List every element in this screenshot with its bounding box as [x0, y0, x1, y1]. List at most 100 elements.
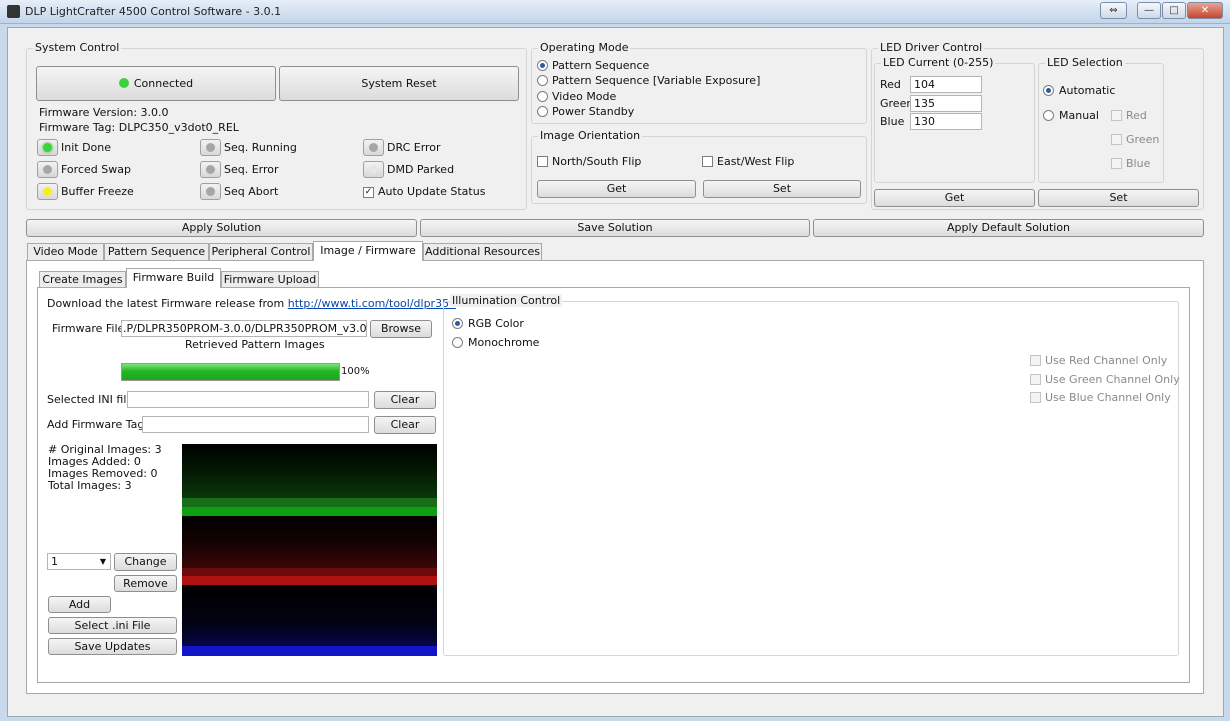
tab-pattern-sequence[interactable]: Pattern Sequence — [104, 243, 209, 260]
led-sel-green-label: Green — [1126, 133, 1160, 146]
led-icon — [369, 165, 378, 174]
browse-button[interactable]: Browse — [370, 320, 432, 338]
green-band-bright — [182, 507, 437, 516]
radio-pattern-sequence[interactable] — [537, 60, 548, 71]
tab-video-mode[interactable]: Video Mode — [27, 243, 104, 260]
radio-rgb-color[interactable] — [452, 318, 463, 329]
radio-video-mode[interactable] — [537, 91, 548, 102]
led-red-label: Red — [880, 78, 901, 91]
firmware-file-input[interactable]: .P/DLPR350PROM-3.0.0/DLPR350PROM_v3.0.0.… — [121, 320, 367, 337]
illumination-title: Illumination Control — [450, 294, 563, 307]
buffer-freeze-label: Buffer Freeze — [61, 185, 134, 198]
progress-text: 100% — [341, 366, 370, 377]
radio-pattern-sequence-variable[interactable] — [537, 75, 548, 86]
rgb-color-label: RGB Color — [468, 317, 524, 330]
use-red-channel-checkbox[interactable] — [1030, 355, 1041, 366]
ns-flip-checkbox[interactable] — [537, 156, 548, 167]
firmware-file-label: Firmware File: — [52, 322, 129, 335]
led-blue-label: Blue — [880, 115, 905, 128]
system-reset-button[interactable]: System Reset — [279, 66, 519, 101]
use-red-channel-label: Use Red Channel Only — [1045, 354, 1168, 367]
minimize-icon[interactable]: — — [1137, 2, 1161, 19]
auto-update-checkbox[interactable]: ✓ — [363, 187, 374, 198]
firmware-version: Firmware Version: 3.0.0 — [39, 106, 169, 119]
led-sel-blue-checkbox[interactable] — [1111, 158, 1122, 169]
download-text: Download the latest Firmware release fro… — [47, 297, 456, 310]
led-green-label: Green — [880, 97, 914, 110]
subtab-create-images[interactable]: Create Images — [39, 271, 126, 287]
monochrome-label: Monochrome — [468, 336, 540, 349]
orientation-set-button[interactable]: Set — [703, 180, 861, 198]
orientation-get-button[interactable]: Get — [537, 180, 696, 198]
close-icon[interactable]: ✕ — [1187, 2, 1223, 19]
remove-button[interactable]: Remove — [114, 575, 177, 592]
add-button[interactable]: Add — [48, 596, 111, 613]
download-link[interactable]: http://www.ti.com/tool/dlpr350 — [288, 297, 456, 310]
use-blue-channel-label: Use Blue Channel Only — [1045, 391, 1171, 404]
progress-fill — [122, 364, 339, 380]
image-index-select[interactable]: 1 ▼ — [47, 553, 111, 570]
maximize-icon[interactable]: □ — [1162, 2, 1186, 19]
tab-additional-resources[interactable]: Additional Resources — [423, 243, 542, 260]
subtab-firmware-build[interactable]: Firmware Build — [126, 268, 221, 288]
total-images-count: Total Images: 3 — [48, 479, 132, 492]
radio-led-automatic[interactable] — [1043, 85, 1054, 96]
video-mode-label: Video Mode — [552, 90, 617, 103]
led-get-button[interactable]: Get — [874, 189, 1035, 207]
led-sel-red-checkbox[interactable] — [1111, 110, 1122, 121]
dmd-parked-indicator — [363, 161, 384, 178]
seq-error-indicator — [200, 161, 221, 178]
clear-ini-button[interactable]: Clear — [374, 391, 436, 409]
forced-swap-label: Forced Swap — [61, 163, 131, 176]
change-button[interactable]: Change — [114, 553, 177, 571]
led-icon — [206, 143, 215, 152]
radio-monochrome[interactable] — [452, 337, 463, 348]
firmware-tag-input[interactable] — [142, 416, 369, 433]
save-updates-button[interactable]: Save Updates — [48, 638, 177, 655]
tab-image-firmware[interactable]: Image / Firmware — [313, 241, 423, 261]
subtab-firmware-upload[interactable]: Firmware Upload — [221, 271, 319, 287]
buffer-freeze-indicator — [37, 183, 58, 200]
seq-running-label: Seq. Running — [224, 141, 297, 154]
chevron-down-icon: ▼ — [99, 557, 106, 566]
tab-peripheral-control[interactable]: Peripheral Control — [209, 243, 313, 260]
led-sel-green-checkbox[interactable] — [1111, 134, 1122, 145]
led-icon — [43, 187, 52, 196]
led-blue-input[interactable]: 130 — [910, 113, 982, 130]
title-bar: DLP LightCrafter 4500 Control Software -… — [0, 0, 1230, 24]
retrieved-pattern-label: Retrieved Pattern Images — [185, 338, 325, 351]
ini-file-label: Selected INI file — [47, 393, 134, 406]
radio-power-standby[interactable] — [537, 106, 548, 117]
ns-flip-label: North/South Flip — [552, 155, 642, 168]
drc-error-label: DRC Error — [387, 141, 441, 154]
led-sel-red-label: Red — [1126, 109, 1147, 122]
led-selection-title: LED Selection — [1045, 56, 1125, 69]
connected-button[interactable]: Connected — [36, 66, 276, 101]
led-current-title: LED Current (0-255) — [881, 56, 996, 69]
select-ini-button[interactable]: Select .ini File — [48, 617, 177, 634]
red-band-gradient — [182, 516, 437, 576]
led-green-input[interactable]: 135 — [910, 95, 982, 112]
use-blue-channel-checkbox[interactable] — [1030, 392, 1041, 403]
drc-error-indicator — [363, 139, 384, 156]
led-set-button[interactable]: Set — [1038, 189, 1199, 207]
forced-swap-indicator — [37, 161, 58, 178]
blue-band-bright — [182, 646, 437, 656]
use-green-channel-checkbox[interactable] — [1030, 374, 1041, 385]
led-red-input[interactable]: 104 — [910, 76, 982, 93]
init-done-indicator — [37, 139, 58, 156]
power-standby-label: Power Standby — [552, 105, 635, 118]
radio-led-manual[interactable] — [1043, 110, 1054, 121]
ini-file-input[interactable] — [127, 391, 369, 408]
pattern-sequence-variable-label: Pattern Sequence [Variable Exposure] — [552, 74, 761, 87]
apply-default-solution-button[interactable]: Apply Default Solution — [813, 219, 1204, 237]
restore-layout-icon[interactable]: ⇔ — [1100, 2, 1127, 19]
seq-running-indicator — [200, 139, 221, 156]
ew-flip-checkbox[interactable] — [702, 156, 713, 167]
pattern-preview-image — [182, 444, 437, 656]
apply-solution-button[interactable]: Apply Solution — [26, 219, 417, 237]
save-solution-button[interactable]: Save Solution — [420, 219, 810, 237]
pattern-sequence-label: Pattern Sequence — [552, 59, 650, 72]
dmd-parked-label: DMD Parked — [387, 163, 455, 176]
clear-tag-button[interactable]: Clear — [374, 416, 436, 434]
